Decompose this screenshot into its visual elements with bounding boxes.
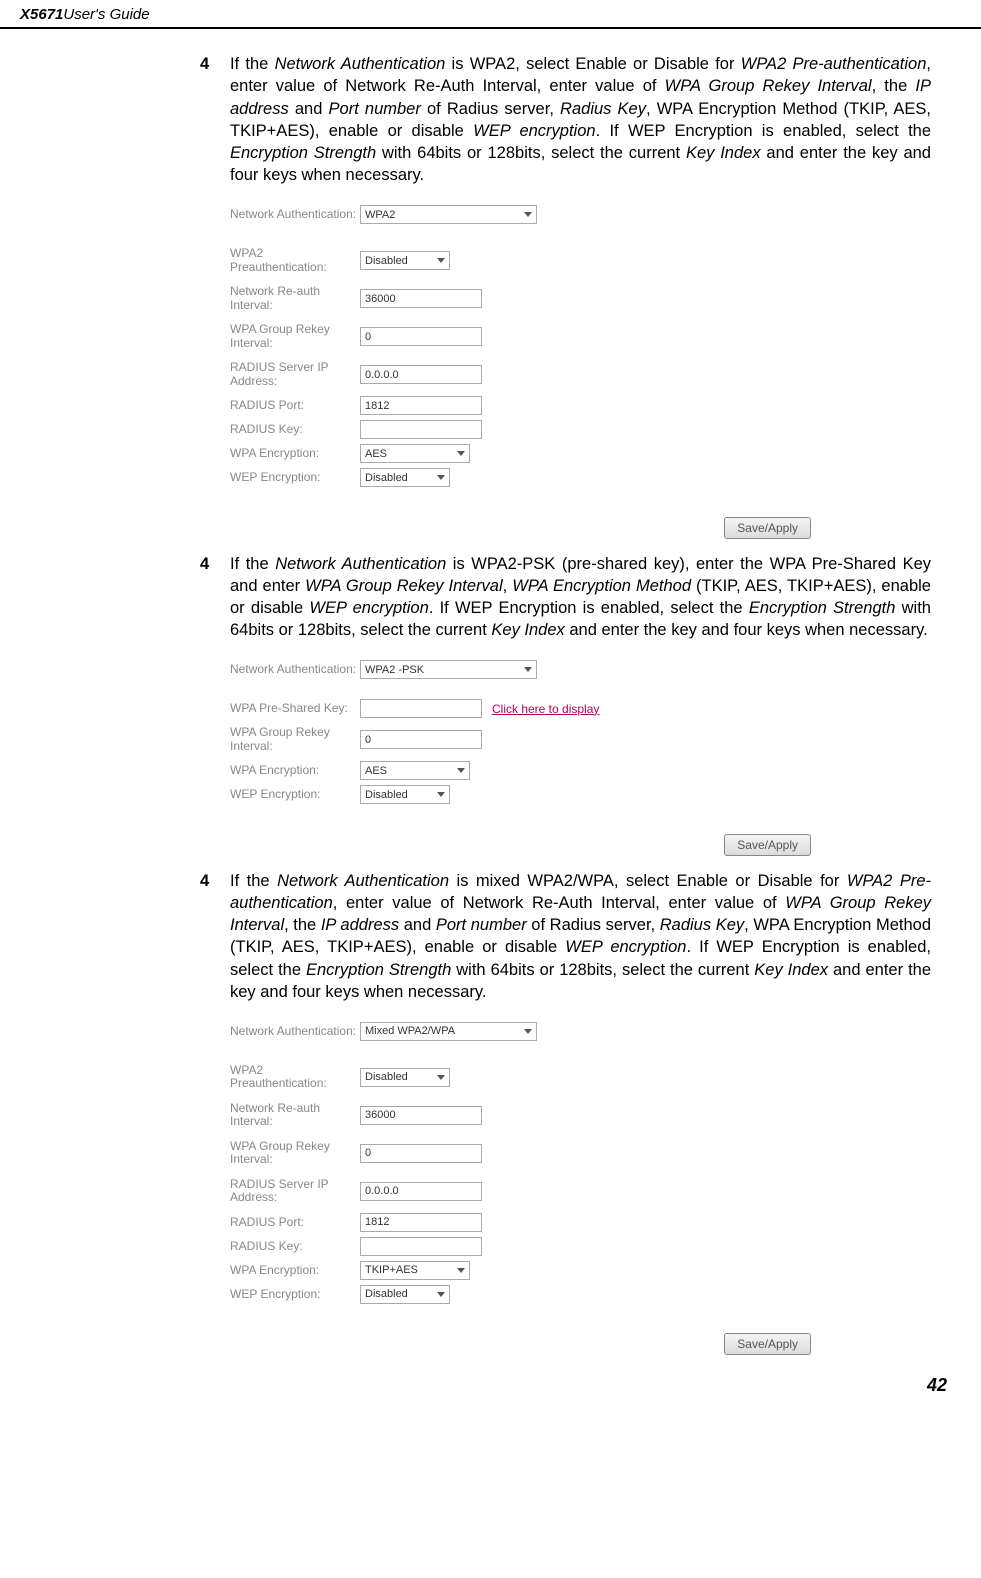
label-wpa-encryption: WPA Encryption: (230, 764, 360, 777)
doc-header: X5671 User's Guide (0, 0, 981, 29)
doc-model: X5671 (20, 6, 63, 23)
label-radius-port: RADIUS Port: (230, 1216, 360, 1229)
label-network-auth: Network Authentication: (230, 663, 360, 676)
select-wpa-encryption[interactable]: TKIP+AES (360, 1261, 470, 1280)
select-wep-encryption[interactable]: Disabled (360, 1285, 450, 1304)
input-reauth-interval[interactable]: 36000 (360, 289, 482, 308)
select-network-auth[interactable]: WPA2 (360, 205, 537, 224)
label-radius-ip: RADIUS Server IP Address: (230, 361, 360, 387)
select-wep-encryption[interactable]: Disabled (360, 468, 450, 487)
select-preauth[interactable]: Disabled (360, 1068, 450, 1087)
label-rekey-interval: WPA Group Rekey Interval: (230, 1140, 360, 1166)
input-psk[interactable] (360, 699, 482, 718)
screenshot-wpa2psk: Network Authentication:WPA2 -PSK WPA Pre… (230, 652, 931, 856)
step-number: 4 (200, 553, 230, 642)
link-display-psk[interactable]: Click here to display (492, 702, 599, 716)
select-wpa-encryption[interactable]: AES (360, 761, 470, 780)
select-preauth[interactable]: Disabled (360, 251, 450, 270)
label-preauth: WPA2 Preauthentication: (230, 1064, 360, 1090)
step-text: If the Network Authentication is WPA2-PS… (230, 553, 931, 642)
label-wep-encryption: WEP Encryption: (230, 1288, 360, 1301)
select-network-auth[interactable]: WPA2 -PSK (360, 660, 537, 679)
save-apply-button[interactable]: Save/Apply (724, 517, 811, 539)
label-wep-encryption: WEP Encryption: (230, 788, 360, 801)
label-network-auth: Network Authentication: (230, 1025, 360, 1038)
input-radius-key[interactable] (360, 420, 482, 439)
input-radius-port[interactable]: 1812 (360, 1213, 482, 1232)
label-reauth-interval: Network Re-auth Interval: (230, 1102, 360, 1128)
save-apply-button[interactable]: Save/Apply (724, 1333, 811, 1355)
step-text: If the Network Authentication is WPA2, s… (230, 53, 931, 187)
input-reauth-interval[interactable]: 36000 (360, 1106, 482, 1125)
screenshot-mixed: Network Authentication:Mixed WPA2/WPA WP… (230, 1013, 931, 1355)
label-radius-key: RADIUS Key: (230, 1240, 360, 1253)
label-psk: WPA Pre-Shared Key: (230, 702, 360, 715)
input-rekey-interval[interactable]: 0 (360, 730, 482, 749)
label-radius-ip: RADIUS Server IP Address: (230, 1178, 360, 1204)
step-4-wpa2psk: 4 If the Network Authentication is WPA2-… (200, 553, 931, 642)
label-network-auth: Network Authentication: (230, 208, 360, 221)
input-rekey-interval[interactable]: 0 (360, 1144, 482, 1163)
step-4-wpa2: 4 If the Network Authentication is WPA2,… (200, 53, 931, 187)
input-rekey-interval[interactable]: 0 (360, 327, 482, 346)
input-radius-ip[interactable]: 0.0.0.0 (360, 365, 482, 384)
label-wpa-encryption: WPA Encryption: (230, 1264, 360, 1277)
doc-content: 4 If the Network Authentication is WPA2,… (0, 29, 981, 1371)
screenshot-wpa2: Network Authentication:WPA2 WPA2 Preauth… (230, 197, 931, 539)
input-radius-key[interactable] (360, 1237, 482, 1256)
page-number: 42 (0, 1371, 981, 1408)
input-radius-port[interactable]: 1812 (360, 396, 482, 415)
label-rekey-interval: WPA Group Rekey Interval: (230, 323, 360, 349)
label-radius-key: RADIUS Key: (230, 423, 360, 436)
label-wep-encryption: WEP Encryption: (230, 471, 360, 484)
label-radius-port: RADIUS Port: (230, 399, 360, 412)
select-network-auth[interactable]: Mixed WPA2/WPA (360, 1022, 537, 1041)
save-apply-button[interactable]: Save/Apply (724, 834, 811, 856)
step-text: If the Network Authentication is mixed W… (230, 870, 931, 1004)
doc-title-rest: User's Guide (63, 6, 149, 23)
label-preauth: WPA2 Preauthentication: (230, 247, 360, 273)
step-4-mixed: 4 If the Network Authentication is mixed… (200, 870, 931, 1004)
label-wpa-encryption: WPA Encryption: (230, 447, 360, 460)
select-wpa-encryption[interactable]: AES (360, 444, 470, 463)
step-number: 4 (200, 870, 230, 1004)
label-reauth-interval: Network Re-auth Interval: (230, 285, 360, 311)
label-rekey-interval: WPA Group Rekey Interval: (230, 726, 360, 752)
input-radius-ip[interactable]: 0.0.0.0 (360, 1182, 482, 1201)
step-number: 4 (200, 53, 230, 187)
select-wep-encryption[interactable]: Disabled (360, 785, 450, 804)
